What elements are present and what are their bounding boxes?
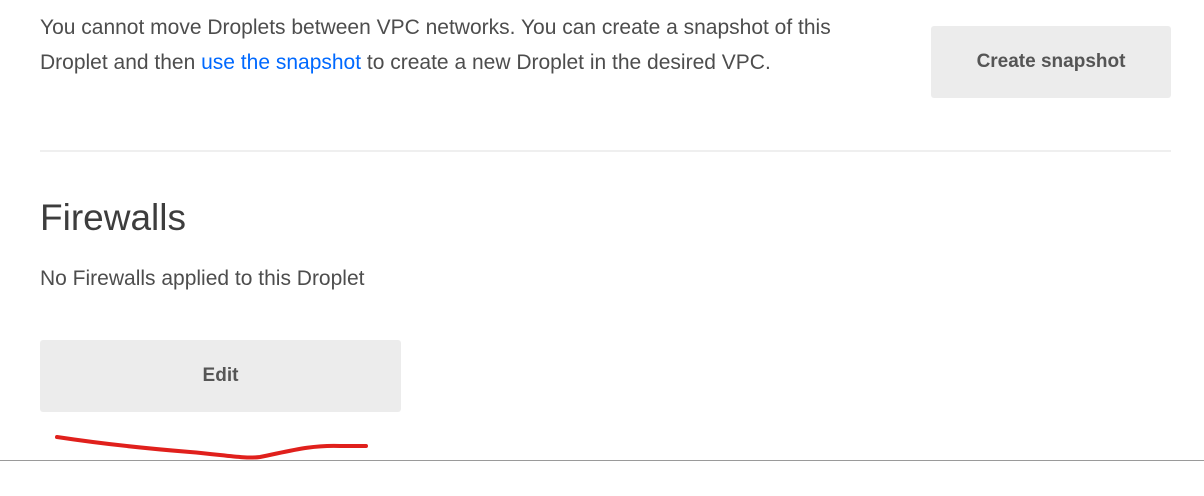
bottom-border bbox=[0, 460, 1204, 461]
firewalls-heading: Firewalls bbox=[40, 197, 186, 238]
use-snapshot-link[interactable]: use the snapshot bbox=[201, 51, 361, 74]
create-snapshot-button[interactable]: Create snapshot bbox=[931, 26, 1171, 98]
vpc-notice: You cannot move Droplets between VPC net… bbox=[40, 10, 900, 80]
firewalls-description: No Firewalls applied to this Droplet bbox=[40, 267, 365, 290]
vpc-section: You cannot move Droplets between VPC net… bbox=[40, 10, 1171, 120]
vpc-notice-text-after: to create a new Droplet in the desired V… bbox=[361, 51, 771, 74]
red-underline-annotation bbox=[55, 435, 368, 460]
section-divider bbox=[40, 150, 1171, 152]
edit-firewalls-button[interactable]: Edit bbox=[40, 340, 401, 412]
droplet-networking-page: You cannot move Droplets between VPC net… bbox=[0, 0, 1204, 496]
